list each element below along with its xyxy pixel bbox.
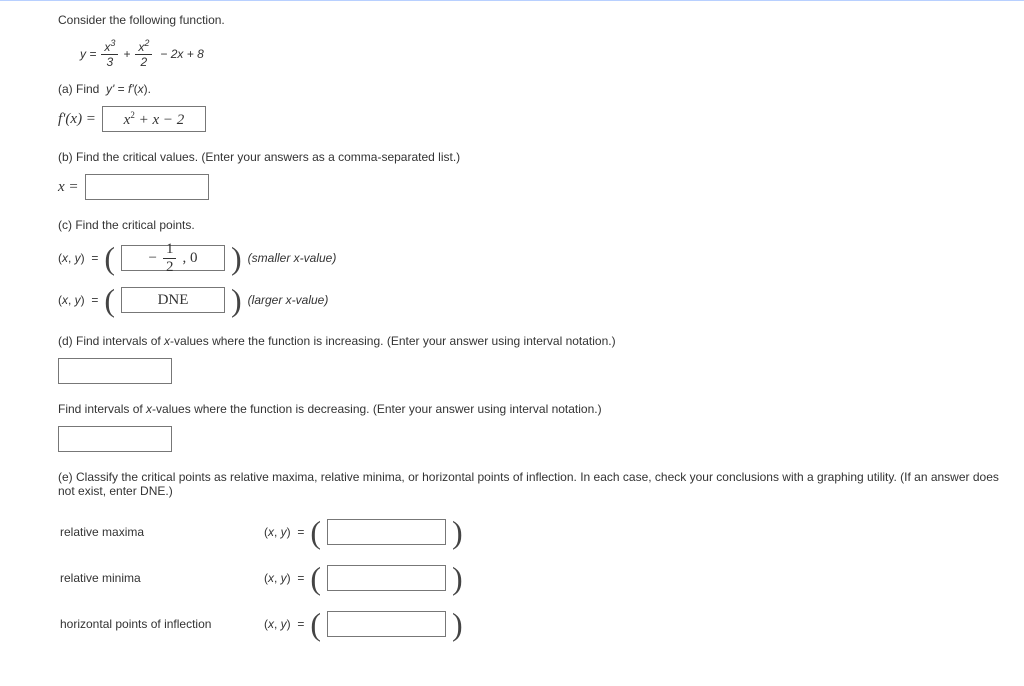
part-d: (d) Find intervals of x-values where the… (58, 334, 1004, 452)
part-d-label1: (d) Find intervals of x-values where the… (58, 334, 1004, 348)
part-a-lhs: f'(x) = (58, 111, 96, 128)
frac2-den: 2 (138, 55, 151, 68)
fraction-1: x3 3 (101, 39, 118, 68)
xy-label: (x, y) = (264, 571, 304, 585)
xy-label: (x, y) = (264, 617, 304, 631)
relative-minima-label: relative minima (60, 556, 262, 600)
classify-table: relative maxima (x, y) = ( ) relative mi… (58, 508, 477, 648)
part-b-label: (b) Find the critical values. (Enter you… (58, 150, 1004, 164)
horizontal-inflection-label: horizontal points of inflection (60, 602, 262, 646)
part-c: (c) Find the critical points. (x, y) = (… (58, 218, 1004, 316)
part-e: (e) Classify the critical points as rela… (58, 470, 1004, 648)
close-paren-icon: ) (231, 242, 242, 274)
part-d-label2: Find intervals of x-values where the fun… (58, 402, 1004, 416)
part-c-xy1: (x, y) = (58, 251, 98, 265)
part-c-answer1: − 12 , 0 (149, 242, 198, 275)
fraction-2: x2 2 (135, 39, 152, 68)
open-paren-icon: ( (104, 284, 115, 316)
plus-sign: + (123, 47, 130, 61)
part-b: (b) Find the critical values. (Enter you… (58, 150, 1004, 200)
part-c-xy2: (x, y) = (58, 293, 98, 307)
row-relative-minima: relative minima (x, y) = ( ) (60, 556, 475, 600)
part-a-row: f'(x) = x2 + x − 2 (58, 106, 1004, 132)
open-paren-icon: ( (310, 516, 321, 548)
part-c-label: (c) Find the critical points. (58, 218, 1004, 232)
close-paren-icon: ) (452, 608, 463, 640)
part-b-lhs: x = (58, 179, 79, 196)
intro-text: Consider the following function. (58, 13, 1004, 27)
equation-tail: − 2x + 8 (160, 47, 203, 61)
part-c-answer1-box[interactable]: − 12 , 0 (121, 245, 225, 271)
part-c-row1: (x, y) = ( − 12 , 0 ) (smaller x-value) (58, 242, 1004, 274)
part-d-answer2-box[interactable] (58, 426, 172, 452)
close-paren-icon: ) (231, 284, 242, 316)
open-paren-icon: ( (310, 562, 321, 594)
part-c-hint1: (smaller x-value) (248, 251, 337, 265)
horizontal-inflection-answer-box[interactable] (327, 611, 446, 637)
close-paren-icon: ) (452, 562, 463, 594)
relative-minima-answer-box[interactable] (327, 565, 446, 591)
part-d-answer1-box[interactable] (58, 358, 172, 384)
frac2-num: x2 (135, 39, 152, 55)
frac1-den: 3 (104, 55, 117, 68)
close-paren-icon: ) (452, 516, 463, 548)
function-equation: y = x3 3 + x2 2 − 2x + 8 (80, 39, 1004, 68)
part-e-label: (e) Classify the critical points as rela… (58, 470, 1004, 498)
xy-label: (x, y) = (264, 525, 304, 539)
part-b-answer-box[interactable] (85, 174, 209, 200)
frac1-num: x3 (101, 39, 118, 55)
relative-maxima-answer-box[interactable] (327, 519, 446, 545)
y-equals: y = (80, 47, 96, 61)
part-c-answer2-box[interactable]: DNE (121, 287, 225, 313)
part-a-label: (a) Find y' = f'(x). (58, 82, 1004, 96)
row-horizontal-inflection: horizontal points of inflection (x, y) =… (60, 602, 475, 646)
part-c-row2: (x, y) = ( DNE ) (larger x-value) (58, 284, 1004, 316)
part-a-answer-box[interactable]: x2 + x − 2 (102, 106, 206, 132)
open-paren-icon: ( (104, 242, 115, 274)
part-a-answer: x2 + x − 2 (124, 110, 185, 129)
part-c-hint2: (larger x-value) (248, 293, 329, 307)
problem-container: Consider the following function. y = x3 … (0, 0, 1024, 686)
relative-maxima-label: relative maxima (60, 510, 262, 554)
row-relative-maxima: relative maxima (x, y) = ( ) (60, 510, 475, 554)
open-paren-icon: ( (310, 608, 321, 640)
part-b-row: x = (58, 174, 1004, 200)
part-a: (a) Find y' = f'(x). f'(x) = x2 + x − 2 (58, 82, 1004, 132)
